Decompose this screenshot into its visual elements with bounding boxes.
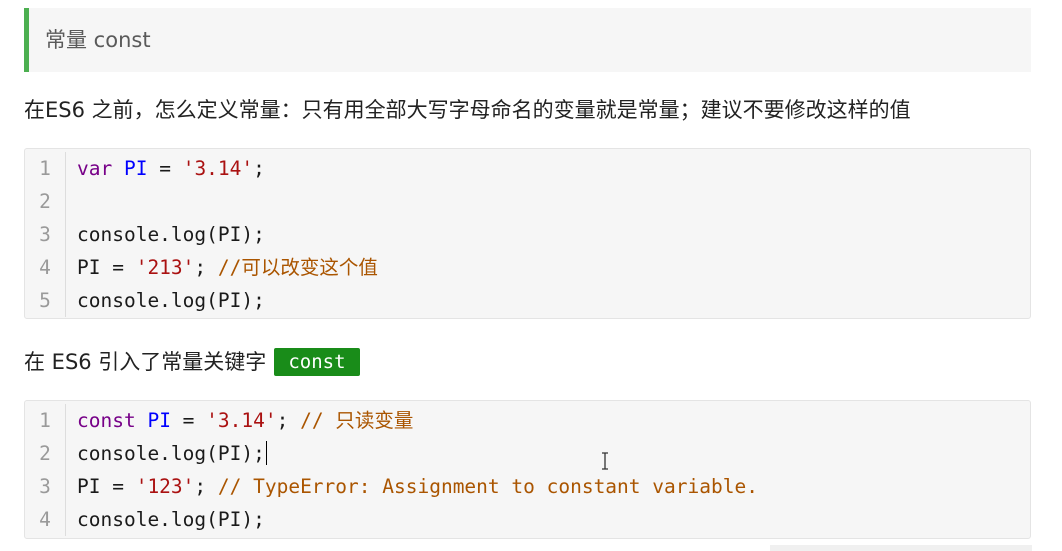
code-text[interactable]: console.log(PI); <box>66 437 267 470</box>
text-cursor-icon <box>602 452 608 470</box>
code-token: = <box>147 157 183 180</box>
section-heading-title: 常量 const <box>45 28 151 52</box>
code-token: var <box>77 157 113 180</box>
code-lines: 1 var PI = '3.14'; 2 3 console.log(PI); 4 PI =… <box>25 152 1030 317</box>
code-token: '213' <box>135 256 195 279</box>
code-text[interactable]: const PI = '3.14'; // 只读变量 <box>66 404 413 437</box>
code-token: ; <box>194 475 218 498</box>
code-token: console.log(PI); <box>77 223 265 246</box>
es6-paragraph-text: 在 ES6 引入了常量关键字 <box>24 350 267 374</box>
code-line[interactable]: 5 console.log(PI); <box>25 284 1030 317</box>
code-line[interactable]: 3 console.log(PI); <box>25 218 1030 251</box>
line-number: 1 <box>25 404 66 437</box>
code-text[interactable]: console.log(PI); <box>66 284 265 317</box>
code-token: PI = <box>77 256 136 279</box>
code-token: PI <box>147 409 171 432</box>
code-block-const[interactable]: 1 const PI = '3.14'; // 只读变量 2 console.log(… <box>24 400 1031 539</box>
intro-paragraph: 在ES6 之前，怎么定义常量：只有用全部大写字母命名的变量就是常量；建议不要修改… <box>24 98 911 122</box>
text-caret <box>265 441 267 465</box>
code-token: PI = <box>77 475 136 498</box>
code-token: '3.14' <box>206 409 277 432</box>
code-text[interactable]: console.log(PI); <box>66 503 265 536</box>
code-token: console.log(PI); <box>77 289 265 312</box>
line-number: 3 <box>25 218 66 251</box>
code-block-var[interactable]: 1 var PI = '3.14'; 2 3 console.log(PI); 4 PI =… <box>24 148 1031 319</box>
code-token: // 只读变量 <box>300 409 414 432</box>
code-token: console.log(PI); <box>77 442 265 465</box>
code-line[interactable]: 4 PI = '213'; //可以改变这个值 <box>25 251 1030 284</box>
code-token: ; <box>194 256 218 279</box>
code-lines: 1 const PI = '3.14'; // 只读变量 2 console.log(… <box>25 404 1030 536</box>
bottom-edge-bar <box>770 545 1032 551</box>
code-token: //可以改变这个值 <box>217 256 378 279</box>
section-heading: 常量 const <box>24 8 1031 72</box>
code-token: const <box>77 409 136 432</box>
es6-paragraph: 在 ES6 引入了常量关键字 const <box>24 344 360 380</box>
line-number: 2 <box>25 185 66 218</box>
code-token: ; <box>276 409 301 432</box>
code-token: '123' <box>135 475 195 498</box>
line-number: 4 <box>25 251 66 284</box>
code-text[interactable]: PI = '123'; // TypeError: Assignment to … <box>66 470 758 503</box>
line-number: 5 <box>25 284 66 317</box>
line-number: 1 <box>25 152 66 185</box>
code-line[interactable]: 3 PI = '123'; // TypeError: Assignment to… <box>25 470 1030 503</box>
code-token: ; <box>253 157 265 180</box>
const-inline-code: const <box>274 348 360 376</box>
line-number: 3 <box>25 470 66 503</box>
code-line[interactable]: 1 const PI = '3.14'; // 只读变量 <box>25 404 1030 437</box>
code-line[interactable]: 2 <box>25 185 1030 218</box>
code-token: '3.14' <box>182 157 254 180</box>
code-text[interactable]: PI = '213'; //可以改变这个值 <box>66 251 378 284</box>
code-text[interactable]: var PI = '3.14'; <box>66 152 265 185</box>
code-token: // TypeError: Assignment to constant var… <box>217 475 758 498</box>
code-text[interactable]: console.log(PI); <box>66 218 265 251</box>
line-number: 2 <box>25 437 66 470</box>
code-token: console.log(PI); <box>77 508 265 531</box>
code-token: = <box>170 409 207 432</box>
code-token: PI <box>123 157 148 180</box>
line-number: 4 <box>25 503 66 536</box>
code-line[interactable]: 4 console.log(PI); <box>25 503 1030 536</box>
code-line[interactable]: 1 var PI = '3.14'; <box>25 152 1030 185</box>
code-line[interactable]: 2 console.log(PI); <box>25 437 1030 470</box>
